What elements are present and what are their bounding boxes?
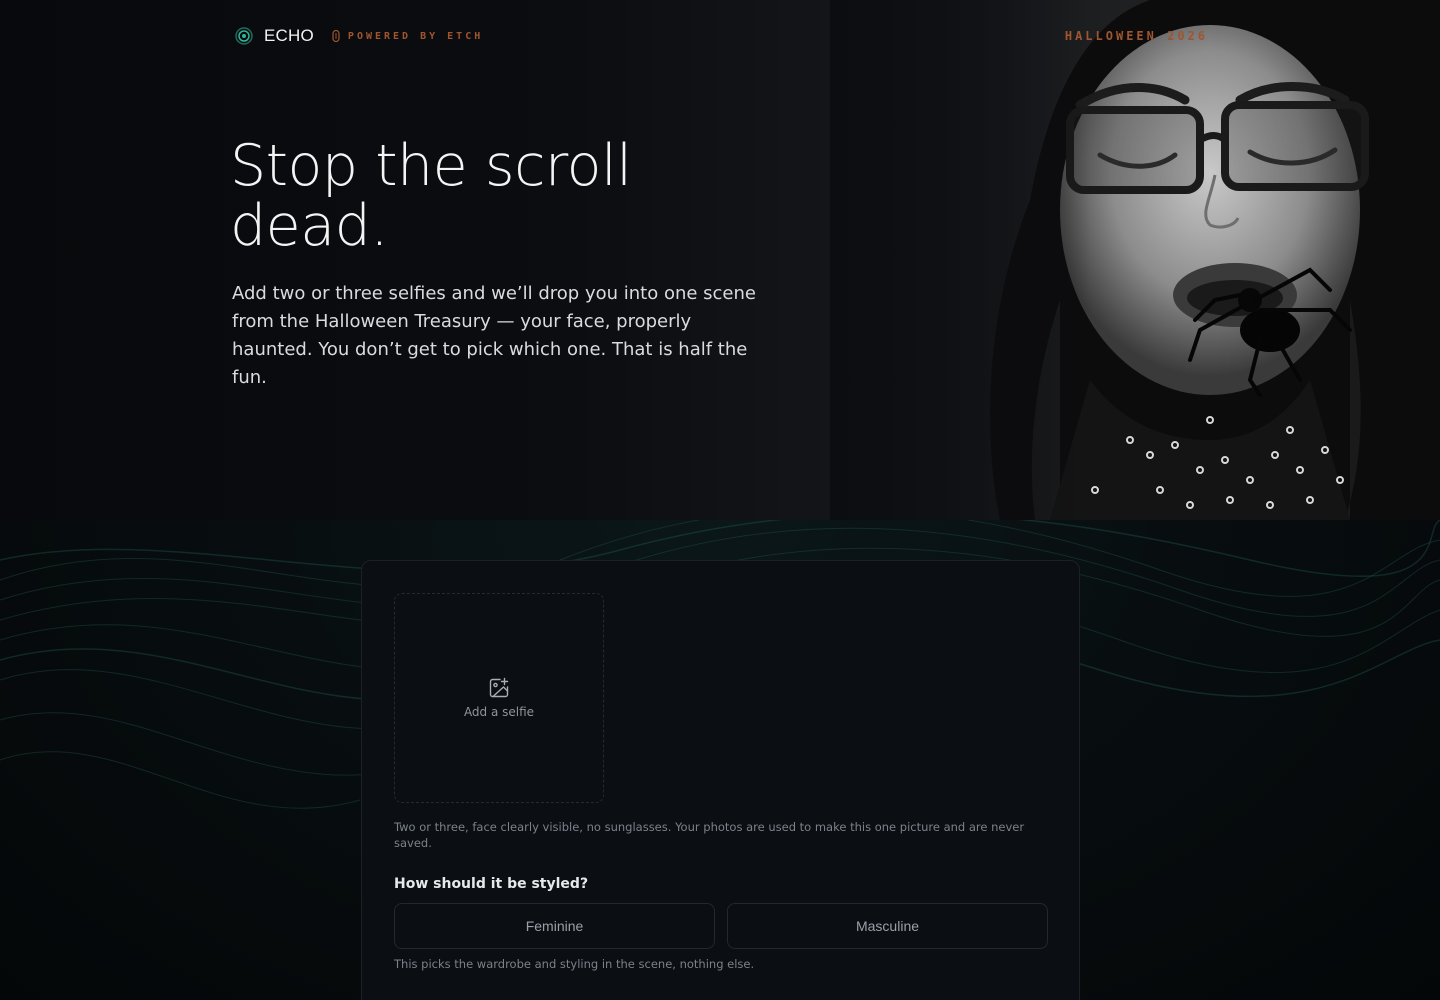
- style-options: Feminine Masculine: [394, 903, 1048, 949]
- upload-section: Add a selfie Two or three, face clearly …: [0, 520, 1440, 1000]
- feminine-option-button[interactable]: Feminine: [394, 903, 715, 949]
- masculine-option-button[interactable]: Masculine: [727, 903, 1048, 949]
- page: ECHO POWERED BY ETCH HALLOWEEN 2026 Stop…: [0, 0, 1440, 1000]
- upload-helper-text: Two or three, face clearly visible, no s…: [394, 820, 1025, 850]
- brand-name[interactable]: ECHO: [264, 26, 314, 46]
- hero-photo-fade: [830, 0, 1090, 520]
- hero-description: Add two or three selfies and we’ll drop …: [232, 283, 756, 388]
- image-plus-icon: [488, 677, 510, 699]
- top-bar: ECHO POWERED BY ETCH HALLOWEEN 2026: [232, 24, 1208, 48]
- season-label: HALLOWEEN 2026: [1064, 29, 1208, 43]
- hero-section: ECHO POWERED BY ETCH HALLOWEEN 2026 Stop…: [0, 0, 1440, 520]
- selfie-form-card: Add a selfie Two or three, face clearly …: [361, 560, 1080, 1000]
- add-selfie-dropzone[interactable]: Add a selfie: [394, 593, 604, 803]
- etch-capsule-icon: [332, 30, 340, 42]
- add-selfie-label: Add a selfie: [463, 705, 535, 719]
- style-question: How should it be styled?: [394, 876, 589, 892]
- hero-headline: Stop the scroll dead.: [230, 133, 632, 259]
- powered-by-label: POWERED BY ETCH: [347, 30, 484, 42]
- style-note: This picks the wardrobe and styling in t…: [394, 957, 755, 971]
- echo-logo-icon[interactable]: [232, 24, 256, 48]
